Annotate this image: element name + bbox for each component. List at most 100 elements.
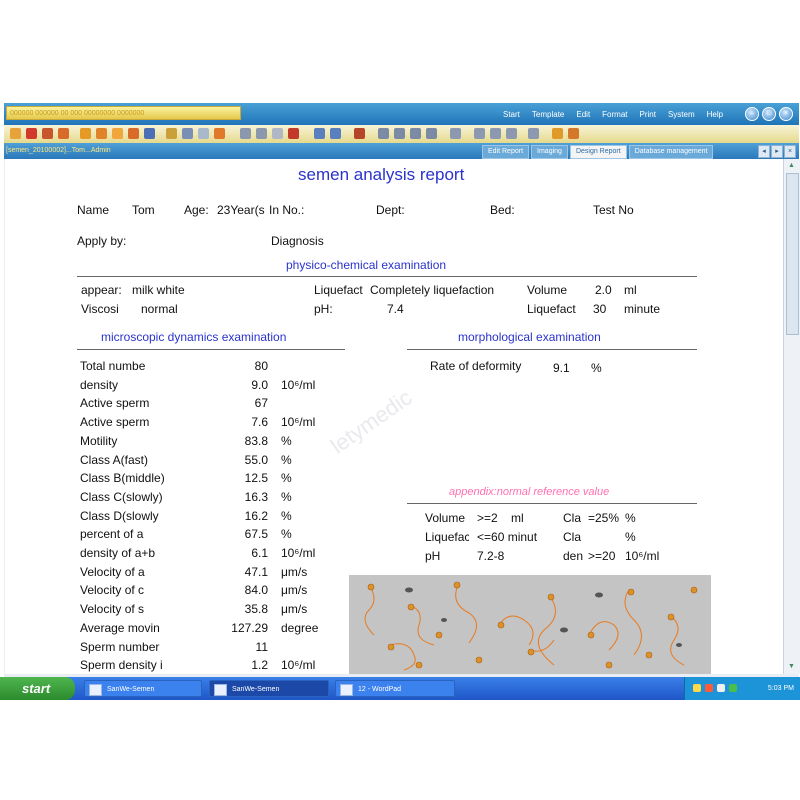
- patient-tab[interactable]: [semen_20100002]...Tom...Admin: [6, 145, 111, 157]
- app-window: 000000 000000 00 000 00000000 0000000 St…: [4, 103, 800, 700]
- tab-next-icon[interactable]: ▸: [771, 145, 783, 158]
- fit-icon[interactable]: [490, 128, 501, 139]
- new-icon[interactable]: [10, 128, 21, 139]
- tab-design-report[interactable]: Design Report: [569, 145, 627, 159]
- open-icon[interactable]: [26, 128, 37, 139]
- volume-label: Volume: [527, 283, 568, 297]
- forward-icon[interactable]: [112, 128, 123, 139]
- volume-unit: ml: [624, 283, 637, 297]
- micro-row-label: Active sperm: [80, 415, 150, 430]
- menu-format[interactable]: Format: [596, 110, 633, 119]
- justify-icon[interactable]: [426, 128, 437, 139]
- tab-edit-report[interactable]: Edit Report: [482, 145, 530, 159]
- micro-row-unit: 10⁶/ml: [281, 546, 316, 560]
- volume-value: 2.0: [595, 283, 612, 297]
- redo-icon[interactable]: [330, 128, 341, 139]
- micro-row-label: Velocity of s: [80, 602, 145, 617]
- tools-icon[interactable]: [166, 128, 177, 139]
- micro-row-label: density: [80, 377, 119, 392]
- window-controls: – □ ×: [745, 107, 793, 121]
- dept-label: Dept:: [376, 203, 405, 217]
- appendix-b-unit: %: [625, 511, 636, 525]
- taskbar-item[interactable]: 12 - WordPad: [335, 680, 455, 697]
- align-center-icon[interactable]: [394, 128, 405, 139]
- taskbar-item[interactable]: SanWe-Semen: [209, 680, 329, 697]
- export-icon[interactable]: [568, 128, 579, 139]
- crop-icon[interactable]: [528, 128, 539, 139]
- volume-icon[interactable]: [717, 684, 725, 692]
- delete-icon[interactable]: [288, 128, 299, 139]
- micro-row-label: Class A(fast): [80, 452, 149, 467]
- appendix-b-label: den: [563, 549, 583, 563]
- disk-icon[interactable]: [144, 128, 155, 139]
- status-icon[interactable]: [729, 684, 737, 692]
- diagnosis-label: Diagnosis: [271, 234, 324, 248]
- scroll-thumb[interactable]: [786, 173, 799, 335]
- menu-start[interactable]: Start: [497, 110, 526, 119]
- table-icon[interactable]: [450, 128, 461, 139]
- arrow-left-icon[interactable]: [96, 128, 107, 139]
- tab-imaging[interactable]: Imaging: [531, 145, 568, 159]
- sperm-microscope-image: [349, 575, 711, 674]
- zoom-icon[interactable]: [506, 128, 517, 139]
- close-icon[interactable]: ×: [779, 107, 793, 121]
- tab-prev-icon[interactable]: ◂: [758, 145, 770, 158]
- divider: [77, 349, 345, 350]
- micro-row-unit: %: [281, 508, 292, 523]
- undo-icon[interactable]: [314, 128, 325, 139]
- micro-row-unit: μm/s: [281, 583, 308, 598]
- font-icon[interactable]: [354, 128, 365, 139]
- print-icon[interactable]: [58, 128, 69, 139]
- micro-row-unit: 10⁶/ml: [281, 658, 316, 673]
- grid-icon[interactable]: [474, 128, 485, 139]
- micro-row-value: 9.0: [251, 377, 268, 392]
- divider: [407, 503, 697, 504]
- taskbar-item-label: SanWe-Semen: [232, 686, 280, 693]
- appendix-a-label: Volume: [425, 511, 466, 525]
- appendix-b-value: =25%: [588, 511, 620, 525]
- appendix-b-unit: 10⁶/ml: [625, 549, 660, 563]
- tab-close-icon[interactable]: ×: [784, 145, 796, 158]
- paste-icon[interactable]: [256, 128, 267, 139]
- divider: [77, 276, 697, 277]
- arrow-right-icon[interactable]: [80, 128, 91, 139]
- cut-icon[interactable]: [272, 128, 283, 139]
- preview-icon[interactable]: [182, 128, 193, 139]
- align-right-icon[interactable]: [410, 128, 421, 139]
- menu-help[interactable]: Help: [701, 110, 729, 119]
- scroll-up-icon[interactable]: ▲: [786, 160, 797, 171]
- micro-row-value: 67.5: [244, 527, 268, 542]
- shield-icon[interactable]: [705, 684, 713, 692]
- vertical-scrollbar[interactable]: ▲ ▼: [783, 159, 800, 674]
- menu-bar: Start Template Edit Format Print System …: [497, 103, 729, 125]
- network-icon[interactable]: [693, 684, 701, 692]
- micro-row-value: 55.0: [244, 452, 268, 467]
- menu-system[interactable]: System: [662, 110, 701, 119]
- save-icon[interactable]: [42, 128, 53, 139]
- liquefaction-value: Completely liquefaction: [370, 283, 495, 297]
- system-tray: 5:03 PM: [684, 677, 800, 700]
- align-left-icon[interactable]: [378, 128, 389, 139]
- menu-print[interactable]: Print: [634, 110, 662, 119]
- micro-row-value: 11: [255, 639, 268, 654]
- view-tabs: Edit Report Imaging Design Report Databa…: [482, 145, 714, 159]
- deformity-value: 9.1: [553, 361, 570, 375]
- maximize-icon[interactable]: □: [762, 107, 776, 121]
- taskbar-item[interactable]: SanWe-Semen: [84, 680, 202, 697]
- menu-edit[interactable]: Edit: [570, 110, 596, 119]
- tab-database-management[interactable]: Database management: [628, 145, 714, 159]
- copy-icon[interactable]: [240, 128, 251, 139]
- edit-icon[interactable]: [552, 128, 563, 139]
- scroll-down-icon[interactable]: ▼: [786, 661, 797, 672]
- appendix-b-unit: %: [625, 530, 636, 544]
- menu-template[interactable]: Template: [526, 110, 570, 119]
- image-icon[interactable]: [214, 128, 225, 139]
- clock: 5:03 PM: [767, 685, 794, 692]
- folder-icon[interactable]: [128, 128, 139, 139]
- appendix-a-unit: ml: [511, 511, 524, 525]
- page-icon[interactable]: [198, 128, 209, 139]
- micro-row-unit: μm/s: [281, 602, 308, 617]
- start-button[interactable]: start: [0, 677, 75, 700]
- appendix-b-label: Cla: [563, 511, 582, 525]
- minimize-icon[interactable]: –: [745, 107, 759, 121]
